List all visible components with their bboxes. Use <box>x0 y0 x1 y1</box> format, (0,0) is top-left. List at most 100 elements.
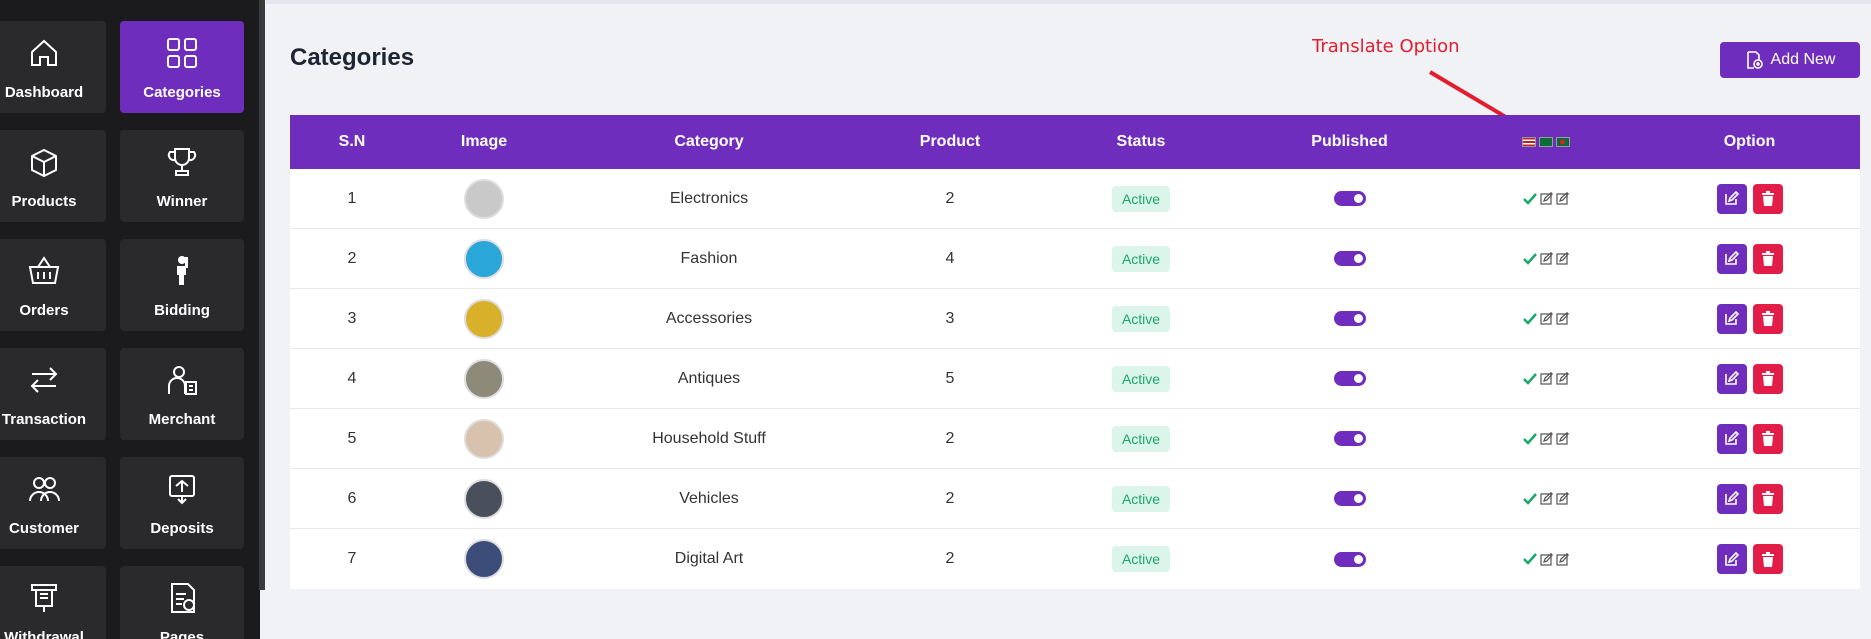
cell-published <box>1246 191 1453 206</box>
sidebar-item-label: Categories <box>143 84 221 101</box>
cell-category: Digital Art <box>674 550 744 567</box>
translate-edit-icon[interactable] <box>1540 552 1553 566</box>
sidebar-item-label: Withdrawal <box>4 629 84 639</box>
grid-icon <box>167 38 197 68</box>
sidebar-scrollbar[interactable] <box>259 0 265 590</box>
language-flags <box>1522 137 1570 147</box>
edit-button[interactable] <box>1716 544 1747 574</box>
trash-icon <box>1761 431 1774 446</box>
translate-edit-icon[interactable] <box>1540 252 1553 265</box>
category-thumbnail <box>464 539 504 579</box>
translate-edit-icon[interactable] <box>1540 432 1553 445</box>
sidebar-item-label: Transaction <box>1 411 87 428</box>
sidebar-item-orders[interactable]: Orders <box>0 239 106 331</box>
trophy-icon <box>167 148 197 176</box>
us-flag-icon <box>1522 137 1536 147</box>
sidebar-item-transaction[interactable]: Transaction <box>0 348 106 440</box>
published-toggle[interactable] <box>1333 251 1366 266</box>
cell-sn: 2 <box>347 249 357 267</box>
cell-product: 2 <box>945 489 955 507</box>
translate-edit-icon[interactable] <box>1540 192 1553 205</box>
sidebar-item-label: Products <box>11 193 77 210</box>
sidebar-item-winner[interactable]: Winner <box>120 130 244 222</box>
check-icon <box>1523 252 1537 265</box>
check-icon <box>1523 372 1537 385</box>
published-toggle[interactable] <box>1333 191 1366 206</box>
cell-category: Fashion <box>680 249 738 267</box>
header-translate <box>1453 137 1639 147</box>
category-thumbnail <box>464 178 504 219</box>
check-icon <box>1523 553 1537 565</box>
translate-edit-icon[interactable] <box>1556 432 1569 445</box>
delete-button[interactable] <box>1752 363 1783 394</box>
edit-button[interactable] <box>1716 483 1747 514</box>
table-row: 1 Electronics 2 Active <box>290 169 1860 229</box>
trash-icon <box>1761 371 1774 386</box>
translate-edit-icon[interactable] <box>1556 192 1569 205</box>
status-badge: Active <box>1111 305 1171 332</box>
delete-button[interactable] <box>1752 243 1783 274</box>
cell-image <box>414 298 554 339</box>
top-bar <box>266 0 1871 4</box>
edit-button[interactable] <box>1716 363 1747 394</box>
cell-category: Household Stuff <box>652 429 766 447</box>
hand-raise-icon <box>177 256 188 285</box>
translate-edit-icon[interactable] <box>1556 372 1569 385</box>
delete-button[interactable] <box>1752 303 1783 334</box>
published-toggle[interactable] <box>1333 551 1366 567</box>
delete-button[interactable] <box>1752 483 1783 514</box>
cell-sn: 3 <box>347 309 357 327</box>
translate-edit-icon[interactable] <box>1556 252 1569 265</box>
published-toggle[interactable] <box>1333 371 1366 386</box>
published-toggle[interactable] <box>1333 431 1366 446</box>
cell-image <box>414 238 554 279</box>
delete-button[interactable] <box>1752 183 1783 214</box>
delete-button[interactable] <box>1752 544 1783 574</box>
sidebar-item-withdrawal[interactable]: Withdrawal <box>0 566 106 639</box>
edit-button[interactable] <box>1716 183 1747 214</box>
edit-button[interactable] <box>1716 243 1747 274</box>
cell-product: 4 <box>945 249 955 267</box>
sidebar-item-customer[interactable]: Customer <box>0 457 106 549</box>
sidebar-item-merchant[interactable]: Merchant <box>120 348 244 440</box>
sidebar-item-categories[interactable]: Categories <box>120 21 244 113</box>
cell-sn: 7 <box>347 550 357 567</box>
cell-published <box>1246 431 1453 446</box>
cell-image <box>414 418 554 459</box>
published-toggle[interactable] <box>1333 311 1366 326</box>
edit-icon <box>1725 491 1739 505</box>
sidebar-item-pages[interactable]: Pages <box>120 566 244 639</box>
edit-button[interactable] <box>1716 303 1747 334</box>
add-document-icon <box>1746 51 1763 69</box>
sidebar-item-label: Customer <box>8 520 79 537</box>
translate-edit-icon[interactable] <box>1540 312 1553 325</box>
cell-translate <box>1453 432 1639 445</box>
cell-translate <box>1453 552 1639 566</box>
translate-edit-icon[interactable] <box>1556 312 1569 325</box>
sidebar-item-deposits[interactable]: Deposits <box>120 457 244 549</box>
add-new-button[interactable]: Add New <box>1720 42 1860 78</box>
translate-edit-icon[interactable] <box>1556 492 1569 505</box>
edit-icon <box>1725 431 1739 445</box>
check-icon <box>1523 492 1537 505</box>
check-icon <box>1523 192 1537 205</box>
translate-edit-icon[interactable] <box>1556 552 1569 566</box>
published-toggle[interactable] <box>1333 491 1366 506</box>
cell-sn: 5 <box>347 429 357 447</box>
cell-status: Active <box>1036 365 1246 392</box>
delete-button[interactable] <box>1752 423 1783 454</box>
sidebar-item-bidding[interactable]: Bidding <box>120 239 244 331</box>
sidebar-item-label: Winner <box>156 193 208 210</box>
cell-image <box>414 539 554 579</box>
bangladesh-flag-icon <box>1556 137 1570 147</box>
sidebar-item-products[interactable]: Products <box>0 130 106 222</box>
cell-status: Active <box>1036 245 1246 272</box>
table-row: 6 Vehicles 2 Active <box>290 469 1860 529</box>
edit-button[interactable] <box>1716 423 1747 454</box>
home-icon <box>31 39 57 66</box>
sidebar-item-dashboard[interactable]: Dashboard <box>0 21 106 113</box>
check-icon <box>1523 432 1537 445</box>
cell-sn: 6 <box>347 489 357 507</box>
translate-edit-icon[interactable] <box>1540 372 1553 385</box>
translate-edit-icon[interactable] <box>1540 492 1553 505</box>
